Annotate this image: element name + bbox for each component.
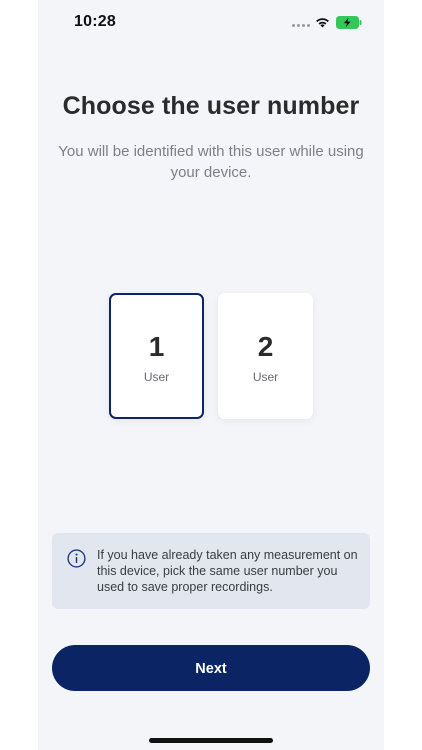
page-title: Choose the user number bbox=[62, 92, 360, 120]
cellular-signal-icon bbox=[292, 24, 312, 28]
status-bar: 10:28 bbox=[38, 0, 384, 46]
wifi-icon bbox=[316, 18, 329, 28]
info-text: If you have already taken any measuremen… bbox=[97, 548, 358, 594]
user-option-1[interactable]: 1 User bbox=[109, 293, 204, 419]
user-number: 1 bbox=[148, 331, 165, 362]
user-number: 2 bbox=[257, 331, 274, 362]
app-screen: 10:28 Choose the user number You will be… bbox=[38, 0, 384, 750]
user-label: User bbox=[252, 370, 279, 384]
info-circle-icon bbox=[67, 549, 86, 568]
next-button[interactable]: Next bbox=[52, 645, 370, 691]
info-notice: If you have already taken any measuremen… bbox=[52, 533, 370, 609]
battery-charging-icon bbox=[336, 16, 362, 29]
page-subtitle: You will be identified with this user wh… bbox=[58, 143, 364, 181]
status-time: 10:28 bbox=[74, 13, 116, 30]
user-option-2[interactable]: 2 User bbox=[218, 293, 313, 419]
user-label: User bbox=[143, 370, 170, 384]
home-indicator[interactable] bbox=[149, 738, 273, 743]
